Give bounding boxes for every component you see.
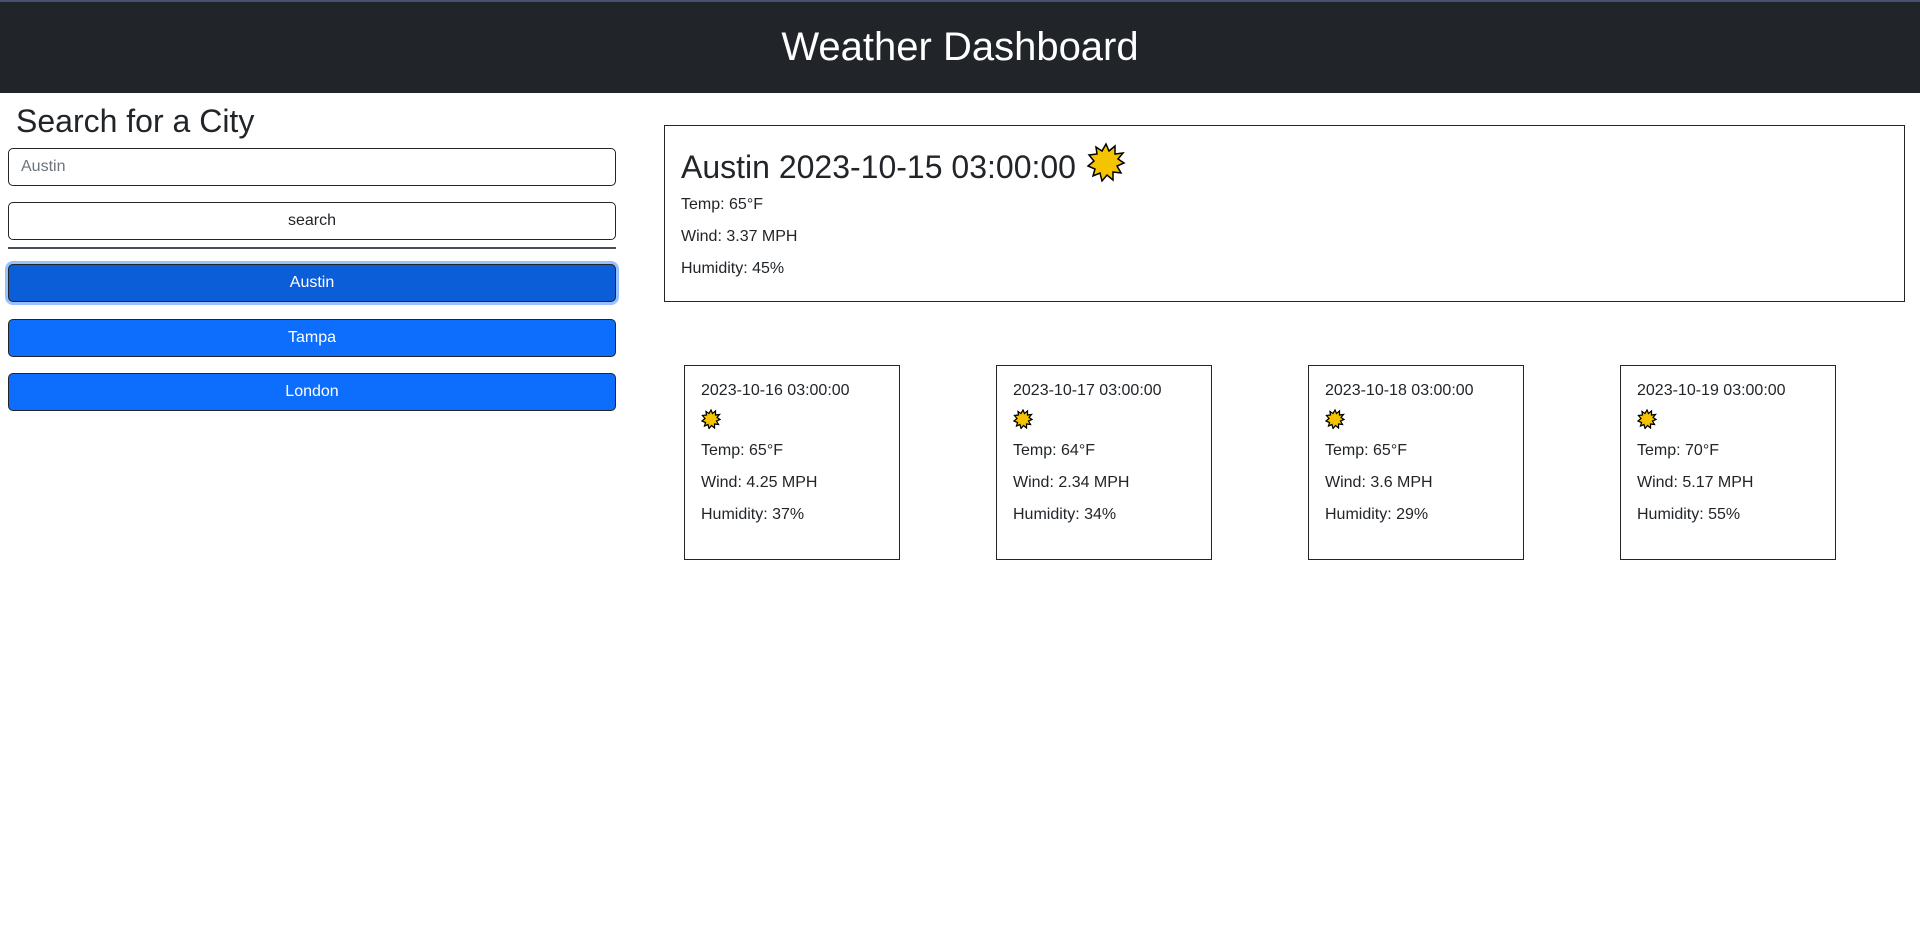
forecast-date: 2023-10-18 03:00:00: [1325, 382, 1474, 399]
current-weather-card: Austin 2023-10-15 03:00:00 Temp: 65°F Wi…: [664, 125, 1905, 302]
forecast-card: 2023-10-17 03:00:00 Temp: 64°F Wind: 2.3…: [996, 365, 1212, 560]
forecast-date: 2023-10-19 03:00:00: [1637, 382, 1786, 399]
history-button-tampa[interactable]: Tampa: [8, 319, 616, 357]
forecast-humidity: Humidity: 55%: [1637, 506, 1741, 523]
forecast-humidity: Humidity: 29%: [1325, 506, 1429, 523]
forecast-humidity: Humidity: 34%: [1013, 506, 1117, 523]
search-button[interactable]: search: [8, 202, 616, 240]
sun-icon: [700, 408, 722, 434]
sun-icon: [1636, 408, 1658, 434]
current-wind: Wind: 3.37 MPH: [681, 228, 798, 245]
forecast-wind: Wind: 3.6 MPH: [1325, 474, 1433, 491]
forecast-wind: Wind: 5.17 MPH: [1637, 474, 1754, 491]
history-button-austin[interactable]: Austin: [8, 264, 616, 302]
history-button-london[interactable]: London: [8, 373, 616, 411]
sun-icon: [1086, 142, 1126, 191]
page-title: Weather Dashboard: [781, 25, 1139, 69]
app-header: Weather Dashboard: [0, 0, 1920, 93]
current-humidity: Humidity: 45%: [681, 260, 785, 277]
current-weather-header: Austin 2023-10-15 03:00:00: [681, 142, 1888, 191]
forecast-card: 2023-10-16 03:00:00 Temp: 65°F Wind: 4.2…: [684, 365, 900, 560]
current-temp: Temp: 65°F: [681, 196, 763, 213]
sidebar-divider: [8, 247, 616, 249]
forecast-wind: Wind: 2.34 MPH: [1013, 474, 1130, 491]
current-weather-title: Austin 2023-10-15 03:00:00: [681, 148, 1076, 185]
sun-icon: [1324, 408, 1346, 434]
forecast-wind: Wind: 4.25 MPH: [701, 474, 818, 491]
forecast-card: 2023-10-18 03:00:00 Temp: 65°F Wind: 3.6…: [1308, 365, 1524, 560]
forecast-date: 2023-10-16 03:00:00: [701, 382, 850, 399]
forecast-card: 2023-10-19 03:00:00 Temp: 70°F Wind: 5.1…: [1620, 365, 1836, 560]
forecast-temp: Temp: 70°F: [1637, 442, 1719, 459]
forecast-temp: Temp: 64°F: [1013, 442, 1095, 459]
sun-icon: [1012, 408, 1034, 434]
forecast-humidity: Humidity: 37%: [701, 506, 805, 523]
forecast-date: 2023-10-17 03:00:00: [1013, 382, 1162, 399]
city-search-input[interactable]: [8, 148, 616, 186]
forecast-temp: Temp: 65°F: [1325, 442, 1407, 459]
search-heading: Search for a City: [16, 103, 255, 139]
forecast-temp: Temp: 65°F: [701, 442, 783, 459]
